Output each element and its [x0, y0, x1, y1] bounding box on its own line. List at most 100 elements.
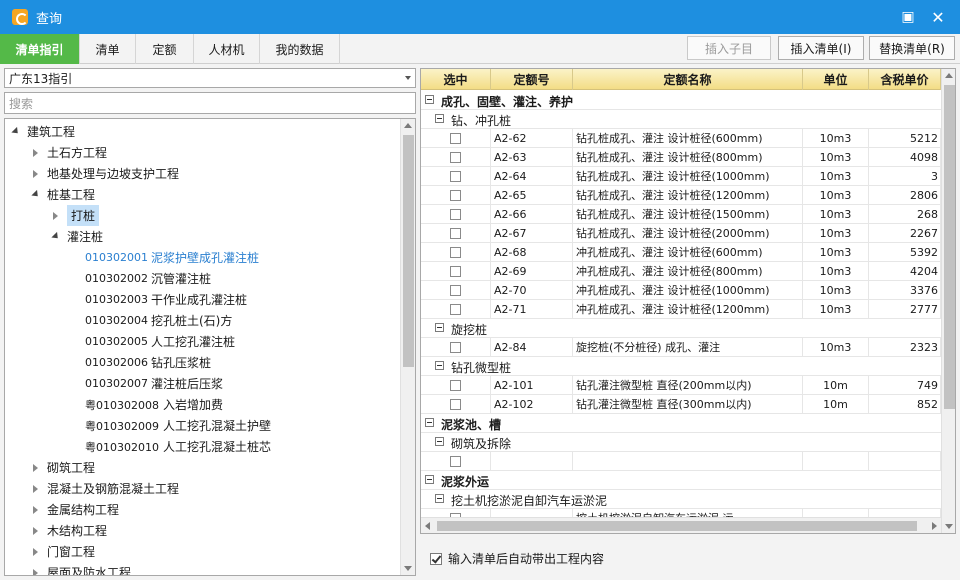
select-cell[interactable] [421, 281, 491, 299]
tree-item-010302005[interactable]: 010302005 人工挖孔灌注桩 [85, 331, 235, 352]
row-checkbox[interactable] [450, 265, 461, 277]
tree-node[interactable]: 桩基工程 [31, 184, 95, 205]
select-cell[interactable] [421, 338, 491, 356]
tree-node[interactable]: 门窗工程 [31, 541, 95, 562]
grid-horizontal-scrollbar[interactable] [421, 517, 941, 533]
row-checkbox[interactable] [450, 379, 461, 391]
tab-labor-material-machine[interactable]: 人材机 [194, 34, 260, 64]
collapsed-arrow-icon[interactable] [31, 169, 41, 179]
tab-quota[interactable]: 定额 [136, 34, 194, 64]
tab-my-data[interactable]: 我的数据 [260, 34, 340, 64]
tree-node[interactable]: 打桩 [51, 205, 100, 226]
expanded-arrow-icon[interactable] [31, 190, 41, 200]
tab-list-guide[interactable]: 清单指引 [0, 34, 80, 64]
checkbox-checked-icon[interactable] [430, 552, 442, 565]
scroll-down-icon[interactable] [404, 566, 412, 571]
tree-node[interactable]: 砌筑工程 [31, 457, 95, 478]
tree-node[interactable]: 屋面及防水工程 [31, 562, 131, 575]
tree-node[interactable]: 木结构工程 [31, 520, 107, 541]
tree-node[interactable]: 灌注桩 [51, 226, 103, 247]
grid-row[interactable]: A2-68 冲孔桩成孔、灌注 设计桩径(600mm) 10m3 5392 [421, 243, 941, 262]
collapse-toggle-icon[interactable] [435, 437, 444, 446]
col-header-unit[interactable]: 单位 [803, 69, 869, 90]
grid-vertical-scrollbar[interactable] [941, 69, 955, 533]
tree-item-粤010302009[interactable]: 粤010302009 人工挖孔混凝土护壁 [85, 415, 271, 436]
grid-row[interactable]: A2-84 旋挖桩(不分桩径) 成孔、灌注 10m3 2323 [421, 338, 941, 357]
collapse-toggle-icon[interactable] [425, 95, 434, 104]
grid-row[interactable]: A2-62 钻孔桩成孔、灌注 设计桩径(600mm) 10m3 5212 [421, 129, 941, 148]
guide-select[interactable]: 广东13指引 [4, 68, 416, 88]
grid-row[interactable]: A2-69 冲孔桩成孔、灌注 设计桩径(800mm) 10m3 4204 [421, 262, 941, 281]
collapsed-arrow-icon[interactable] [31, 526, 41, 536]
row-checkbox[interactable] [450, 208, 461, 220]
collapse-toggle-icon[interactable] [425, 475, 434, 484]
tree-vertical-scrollbar[interactable] [400, 119, 415, 575]
grid-subgroup-row[interactable]: 钻孔微型桩 [421, 357, 941, 376]
select-cell[interactable] [421, 300, 491, 318]
tree-item-010302006[interactable]: 010302006 钻孔压浆桩 [85, 352, 211, 373]
collapse-toggle-icon[interactable] [435, 494, 444, 503]
scroll-thumb[interactable] [437, 521, 917, 531]
grid-subgroup-row[interactable]: 钻、冲孔桩 [421, 110, 941, 129]
expanded-arrow-icon[interactable] [11, 127, 21, 137]
tree-item-010302001[interactable]: 010302001 泥浆护壁成孔灌注桩 [85, 247, 259, 268]
insert-child-button[interactable]: 插入子目 [687, 36, 771, 60]
replace-list-button[interactable]: 替换清单(R) [869, 36, 955, 60]
grid-row[interactable]: A2-102 钻孔灌注微型桩 直径(300mm以内) 10m 852 [421, 395, 941, 414]
tree-item-010302007[interactable]: 010302007 灌注桩后压浆 [85, 373, 223, 394]
tree-node[interactable]: 地基处理与边坡支护工程 [31, 163, 179, 184]
grid-group-row[interactable]: 泥浆池、槽 [421, 414, 941, 433]
tab-list[interactable]: 清单 [80, 34, 136, 64]
scroll-left-icon[interactable] [425, 522, 430, 530]
grid-row[interactable]: A2-71 冲孔桩成孔、灌注 设计桩径(1200mm) 10m3 2777 [421, 300, 941, 319]
row-checkbox[interactable] [450, 227, 461, 239]
collapsed-arrow-icon[interactable] [31, 463, 41, 473]
row-checkbox[interactable] [450, 189, 461, 201]
select-cell[interactable] [421, 186, 491, 204]
select-cell[interactable] [421, 376, 491, 394]
tree-node[interactable]: 土石方工程 [31, 142, 107, 163]
select-cell[interactable] [421, 205, 491, 223]
grid-row[interactable]: A2-65 钻孔桩成孔、灌注 设计桩径(1200mm) 10m3 2806 [421, 186, 941, 205]
tree-item-粤010302008[interactable]: 粤010302008 入岩增加费 [85, 394, 223, 415]
grid-group-row[interactable]: 成孔、固壁、灌注、养护 [421, 91, 941, 110]
grid-row[interactable]: A2-70 冲孔桩成孔、灌注 设计桩径(1000mm) 10m3 3376 [421, 281, 941, 300]
tree-item-010302002[interactable]: 010302002 沉管灌注桩 [85, 268, 211, 289]
tree-item-010302003[interactable]: 010302003 干作业成孔灌注桩 [85, 289, 247, 310]
grid-row[interactable]: A2-101 钻孔灌注微型桩 直径(200mm以内) 10m 749 [421, 376, 941, 395]
grid-row[interactable]: A2-67 钻孔桩成孔、灌注 设计桩径(2000mm) 10m3 2267 [421, 224, 941, 243]
select-cell[interactable] [421, 167, 491, 185]
scroll-right-icon[interactable] [932, 522, 937, 530]
col-header-select[interactable]: 选中 [421, 69, 491, 90]
row-checkbox[interactable] [450, 341, 461, 353]
row-checkbox[interactable] [450, 303, 461, 315]
insert-list-button[interactable]: 插入清单(I) [778, 36, 864, 60]
select-cell[interactable] [421, 148, 491, 166]
scroll-up-icon[interactable] [404, 123, 412, 128]
grid-group-row[interactable]: 泥浆外运 [421, 471, 941, 490]
tree-node[interactable]: 金属结构工程 [31, 499, 119, 520]
col-header-name[interactable]: 定额名称 [573, 69, 803, 90]
select-cell[interactable] [421, 262, 491, 280]
collapse-toggle-icon[interactable] [435, 114, 444, 123]
expanded-arrow-icon[interactable] [51, 232, 61, 242]
row-checkbox[interactable] [450, 455, 461, 467]
select-cell[interactable] [421, 395, 491, 413]
grid-subgroup-row[interactable]: 砌筑及拆除 [421, 433, 941, 452]
collapse-toggle-icon[interactable] [435, 323, 444, 332]
grid-row[interactable]: A2-64 钻孔桩成孔、灌注 设计桩径(1000mm) 10m3 3 [421, 167, 941, 186]
auto-bring-checkbox[interactable]: 输入清单后自动带出工程内容 [430, 550, 604, 567]
collapsed-arrow-icon[interactable] [31, 484, 41, 494]
collapsed-arrow-icon[interactable] [31, 505, 41, 515]
maximize-icon[interactable]: ▣ [898, 7, 918, 27]
collapse-toggle-icon[interactable] [435, 361, 444, 370]
tree-item-粤010302010[interactable]: 粤010302010 人工挖孔混凝土桩芯 [85, 436, 271, 457]
row-checkbox[interactable] [450, 246, 461, 258]
scroll-down-icon[interactable] [945, 524, 953, 529]
row-checkbox[interactable] [450, 398, 461, 410]
col-header-code[interactable]: 定额号 [491, 69, 573, 90]
collapse-toggle-icon[interactable] [425, 418, 434, 427]
row-checkbox[interactable] [450, 170, 461, 182]
row-checkbox[interactable] [450, 132, 461, 144]
tree-item-010302004[interactable]: 010302004 挖孔桩土(石)方 [85, 310, 232, 331]
